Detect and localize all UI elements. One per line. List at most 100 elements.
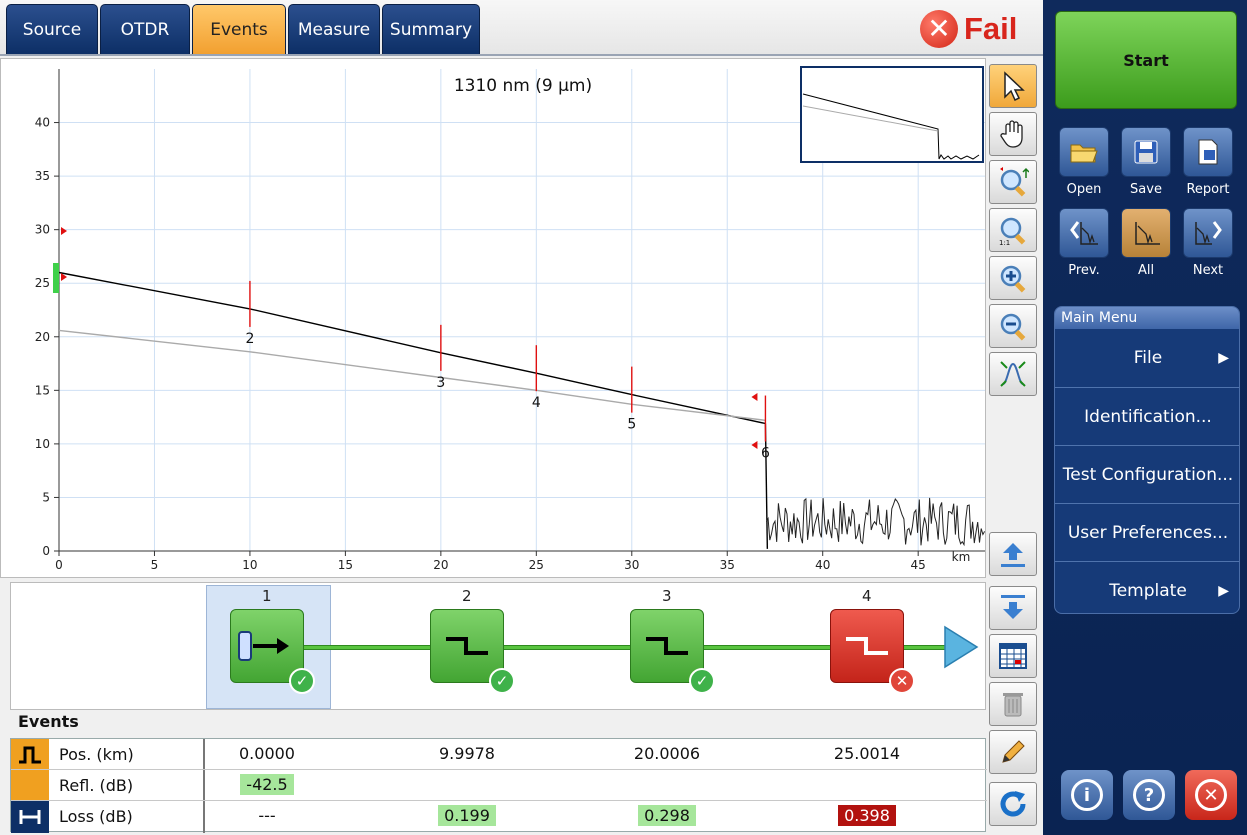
event-launch-icon[interactable]: ✓: [230, 609, 315, 694]
pass-check-icon: ✓: [689, 668, 715, 694]
report-button[interactable]: [1183, 127, 1233, 177]
table-row[interactable]: Refl. (dB) -42.5: [11, 770, 987, 801]
table-cell: 0.398: [787, 805, 947, 826]
y-tick-label: 5: [42, 490, 50, 504]
help-button[interactable]: ?: [1123, 770, 1175, 820]
table-icon[interactable]: [989, 634, 1037, 678]
prev-label: Prev.: [1068, 263, 1100, 278]
row-label: Refl. (dB): [59, 776, 134, 795]
table-row[interactable]: Pos. (km) 0.0000 9.9978 20.0006 25.0014: [11, 739, 987, 770]
all-traces-icon: [1135, 222, 1160, 245]
event-loss-icon[interactable]: ✓: [630, 609, 715, 694]
next-button[interactable]: [1183, 208, 1233, 258]
trace-end-drop: [764, 423, 769, 549]
x-tick-label: 10: [242, 558, 257, 572]
trace-svg: 0 5 10 15 20 25 30 35 40 450510152025303540km2345…: [35, 66, 986, 572]
zoom-1to1-icon[interactable]: 1:1: [989, 208, 1037, 252]
y-tick-label: 40: [35, 116, 50, 130]
close-icon: ✕: [1195, 779, 1227, 811]
all-button[interactable]: [1121, 208, 1171, 258]
x-tick-label: 30: [624, 558, 639, 572]
auto-zoom-icon[interactable]: [989, 352, 1037, 396]
x-tick-label: 35: [720, 558, 735, 572]
launch-marker-arrow: [61, 227, 67, 235]
menu-item-user-preferences[interactable]: User Preferences...: [1055, 503, 1239, 561]
info-button[interactable]: i: [1061, 770, 1113, 820]
event-number: 1: [262, 587, 272, 605]
x-tick-label: 15: [338, 558, 353, 572]
event-loss-icon[interactable]: ✓: [430, 609, 515, 694]
info-icon: i: [1071, 779, 1103, 811]
start-button[interactable]: Start: [1055, 11, 1237, 109]
trash-icon[interactable]: [989, 682, 1037, 726]
y-tick-label: 30: [35, 223, 50, 237]
all-label: All: [1137, 263, 1155, 278]
zoom-out-icon[interactable]: [989, 304, 1037, 348]
pencil-icon[interactable]: [989, 730, 1037, 774]
move-up-icon[interactable]: [989, 532, 1037, 576]
pass-check-icon: ✓: [289, 668, 315, 694]
event-marker-label: 4: [532, 395, 541, 411]
table-cell: ---: [258, 806, 276, 825]
close-button[interactable]: ✕: [1185, 770, 1237, 820]
event-loss-icon[interactable]: ✕: [830, 609, 915, 694]
launch-cursor: [53, 263, 59, 293]
table-row[interactable]: Loss (dB) --- 0.199 0.298 0.398: [11, 801, 987, 832]
submenu-arrow-icon: ▶: [1218, 350, 1229, 366]
next-label: Next: [1192, 263, 1224, 278]
table-cell: [387, 775, 547, 794]
tab-otdr[interactable]: OTDR: [100, 4, 190, 54]
zoom-in-icon[interactable]: [989, 256, 1037, 300]
overview-thumbnail: [800, 66, 984, 163]
prev-trace-icon: [1070, 221, 1098, 245]
x-tick-label: 40: [815, 558, 830, 572]
pan-hand-icon[interactable]: [989, 112, 1037, 156]
table-cell: 9.9978: [439, 744, 495, 763]
pass-check-icon: ✓: [489, 668, 515, 694]
tab-events[interactable]: Events: [192, 4, 286, 54]
menu-item-identification[interactable]: Identification...: [1055, 387, 1239, 445]
select-arrow-icon[interactable]: [989, 64, 1037, 108]
zoom-fit-icon[interactable]: [989, 160, 1037, 204]
end-marker-arrow: [751, 441, 758, 449]
event-marker-label: 6: [761, 446, 770, 462]
report-icon: [1198, 139, 1218, 165]
next-trace-icon: [1195, 221, 1222, 245]
left-area: Source OTDR Events Measure Summary ✕ Fai…: [0, 0, 1043, 835]
trace-line-primary: [58, 271, 766, 425]
end-marker-arrow: [751, 393, 758, 401]
event-marker-label: 2: [245, 331, 254, 347]
event-number: 4: [862, 587, 872, 605]
y-tick-label: 35: [35, 169, 50, 183]
main-menu-title: Main Menu: [1055, 307, 1239, 329]
fail-icon: ✕: [920, 10, 958, 48]
status-text: Fail: [964, 11, 1018, 46]
prev-button[interactable]: [1059, 208, 1109, 258]
open-label: Open: [1066, 182, 1102, 197]
y-tick-label: 0: [42, 544, 50, 558]
event-number: 2: [462, 587, 472, 605]
table-cell: 20.0006: [633, 744, 701, 763]
menu-item-test-configuration[interactable]: Test Configuration...: [1055, 445, 1239, 503]
row-label: Loss (dB): [59, 807, 133, 826]
table-cell: [787, 775, 947, 794]
save-button[interactable]: [1121, 127, 1171, 177]
tab-summary[interactable]: Summary: [382, 4, 480, 54]
tab-measure[interactable]: Measure: [288, 4, 380, 54]
table-cell: 0.298: [587, 805, 747, 826]
event-marker-label: 3: [436, 375, 445, 391]
row-label: Pos. (km): [59, 745, 134, 764]
right-panel: Start Open Save Report Prev. All Next Ma…: [1043, 0, 1247, 835]
report-label: Report: [1186, 182, 1230, 197]
menu-item-template[interactable]: Template ▶: [1055, 561, 1239, 613]
menu-item-file[interactable]: File ▶: [1055, 329, 1239, 387]
events-table-title: Events: [18, 712, 79, 731]
otdr-trace-chart[interactable]: 0 5 10 15 20 25 30 35 40 45 0 5 10 15 20 25 30 35 40 km 2 3 4 5…: [0, 58, 986, 578]
open-button[interactable]: [1059, 127, 1109, 177]
scroll-right-icon[interactable]: [943, 625, 979, 669]
tab-source[interactable]: Source: [6, 4, 98, 54]
refresh-icon[interactable]: [989, 782, 1037, 826]
trace-line-reference: [58, 329, 766, 421]
y-tick-label: 10: [35, 437, 50, 451]
move-down-icon[interactable]: [989, 586, 1037, 630]
